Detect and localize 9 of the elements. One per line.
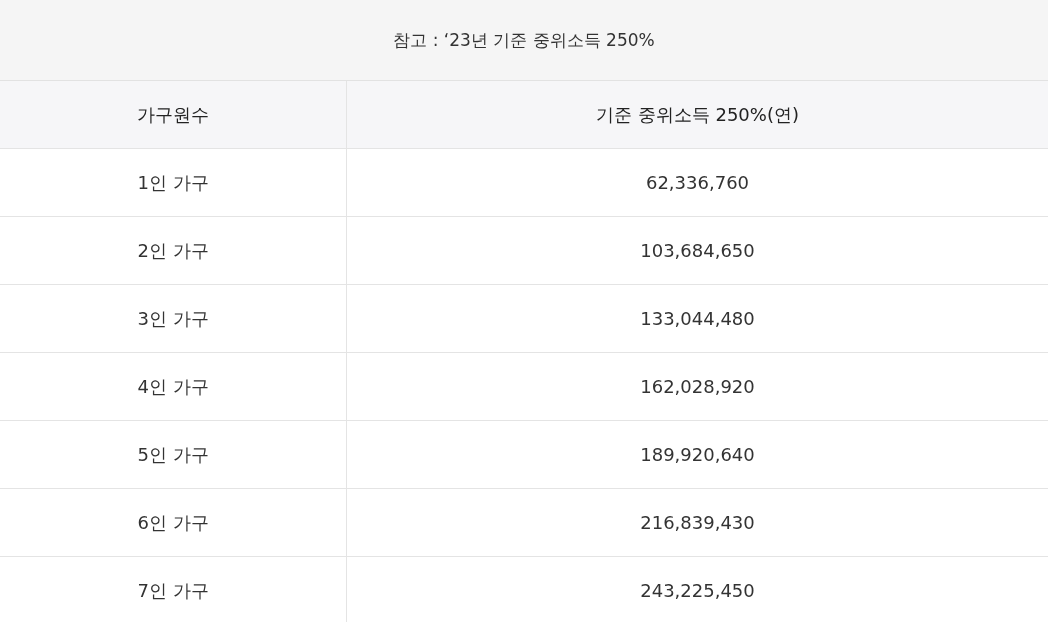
table-cell: 5인 가구	[0, 421, 347, 489]
column-header: 기준 중위소득 250%(연)	[347, 81, 1048, 149]
column-header: 가구원수	[0, 81, 347, 149]
table-cell: 2인 가구	[0, 217, 347, 285]
table-caption: 참고 : ‘23년 기준 중위소득 250%	[0, 0, 1048, 81]
table-cell: 4인 가구	[0, 353, 347, 421]
table-cell: 3인 가구	[0, 285, 347, 353]
table-cell: 6인 가구	[0, 489, 347, 557]
table-cell: 1인 가구	[0, 149, 347, 217]
